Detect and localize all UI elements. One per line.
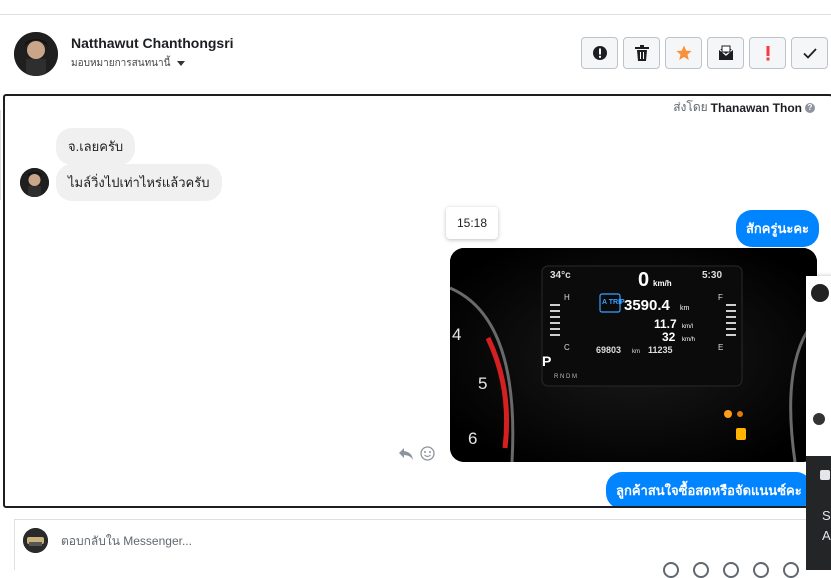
outside-temperature: 34°c (550, 270, 571, 281)
sender-avatar[interactable] (20, 168, 49, 197)
emoji-reaction-icon[interactable] (420, 446, 435, 461)
incoming-message[interactable]: จ.เลยครับ (56, 128, 136, 165)
assign-label: มอบหมายการสนทนานี้ (71, 58, 171, 69)
conversation-actions (581, 37, 828, 69)
left-edge-divider (0, 110, 1, 200)
sent-by-label: ส่งโดย Thanawan Thon ? (673, 98, 815, 117)
star-icon (675, 45, 692, 60)
speed-reading: 0 (638, 269, 649, 291)
fuel-economy-unit: km/l (682, 324, 693, 330)
trip-distance: 3590.4 (624, 297, 671, 314)
fuel-economy: 11.7 (654, 317, 677, 331)
svg-text:C: C (564, 343, 570, 352)
gauge-number: 6 (468, 429, 477, 448)
mark-spam-button[interactable] (581, 37, 618, 69)
follow-up-button[interactable] (749, 37, 786, 69)
popup-text-line: S (822, 508, 831, 523)
timestamp-tooltip: 15:18 (446, 207, 498, 239)
popup-text-line: A (822, 528, 831, 543)
gear-list: R N D M (554, 374, 577, 380)
speed-unit: km/h (653, 279, 672, 288)
popup-app-icon (820, 470, 830, 480)
odometer: 69803 (596, 345, 621, 355)
incoming-message[interactable]: ไมล์วิ่งไปเท่าไหร่แล้วครับ (56, 164, 222, 201)
contact-avatar[interactable] (14, 32, 58, 76)
alert-circle-icon (592, 46, 607, 60)
message-tools (398, 446, 435, 461)
more-options-icon[interactable] (783, 562, 799, 578)
dark-popup-partial[interactable]: S A (806, 456, 831, 570)
attachment-icon[interactable] (663, 562, 679, 578)
mark-done-button[interactable] (791, 37, 828, 69)
assign-conversation-dropdown[interactable]: มอบหมายการสนทนานี้ (71, 56, 186, 71)
message-thread: ส่งโดย Thanawan Thon ? จ.เลยครับ ไมล์วิ่… (3, 94, 831, 508)
gauge-number: 5 (478, 374, 487, 393)
gauge-number: 4 (452, 325, 461, 344)
conversation-header: Natthawut Chanthongsri มอบหมายการสนทนานี… (0, 15, 831, 93)
outgoing-message[interactable]: สักครู่นะคะ (736, 210, 820, 247)
odometer-unit: km (632, 349, 640, 355)
side-preview-popup[interactable] (806, 276, 831, 456)
trip-unit: km (680, 305, 690, 312)
emoji-icon[interactable] (753, 562, 769, 578)
mark-unread-button[interactable] (707, 37, 744, 69)
help-icon[interactable]: ? (805, 102, 815, 113)
reply-input[interactable] (59, 533, 563, 549)
page-avatar (23, 528, 48, 553)
gear-indicator: P (542, 353, 551, 369)
popup-avatar (811, 284, 829, 302)
attached-photo-dashboard[interactable]: 4 5 6 34°c 0 km/h 5:30 H C F E A TRIP 35… (450, 248, 817, 462)
composer-tools (663, 562, 799, 578)
sent-by-prefix: ส่งโดย (673, 100, 708, 114)
contact-name[interactable]: Natthawut Chanthongsri (71, 35, 234, 51)
average-speed-unit: km/h (682, 337, 695, 343)
svg-text:H: H (564, 293, 570, 302)
delete-button[interactable] (623, 37, 660, 69)
svg-text:F: F (718, 293, 723, 302)
sent-by-name[interactable]: Thanawan Thon (711, 101, 802, 115)
outgoing-message[interactable]: ลูกค้าสนใจซื้อสดหรือจัดแนนซ์คะ (606, 472, 812, 506)
star-button[interactable] (665, 37, 702, 69)
saved-replies-icon[interactable] (693, 562, 709, 578)
trip-label: A TRIP (602, 299, 625, 306)
caret-down-icon (177, 61, 186, 66)
reply-composer (14, 519, 831, 578)
trash-icon (634, 45, 649, 61)
average-speed: 32 (662, 330, 676, 344)
svg-text:E: E (718, 343, 723, 352)
exclamation-icon (766, 46, 769, 61)
reply-arrow-icon[interactable] (398, 447, 414, 461)
checkmark-icon (802, 48, 817, 59)
popup-small-avatar (813, 413, 825, 425)
sticker-icon[interactable] (723, 562, 739, 578)
envelope-icon (718, 45, 733, 60)
clock-reading: 5:30 (702, 270, 722, 281)
range-reading: 11235 (648, 345, 673, 355)
